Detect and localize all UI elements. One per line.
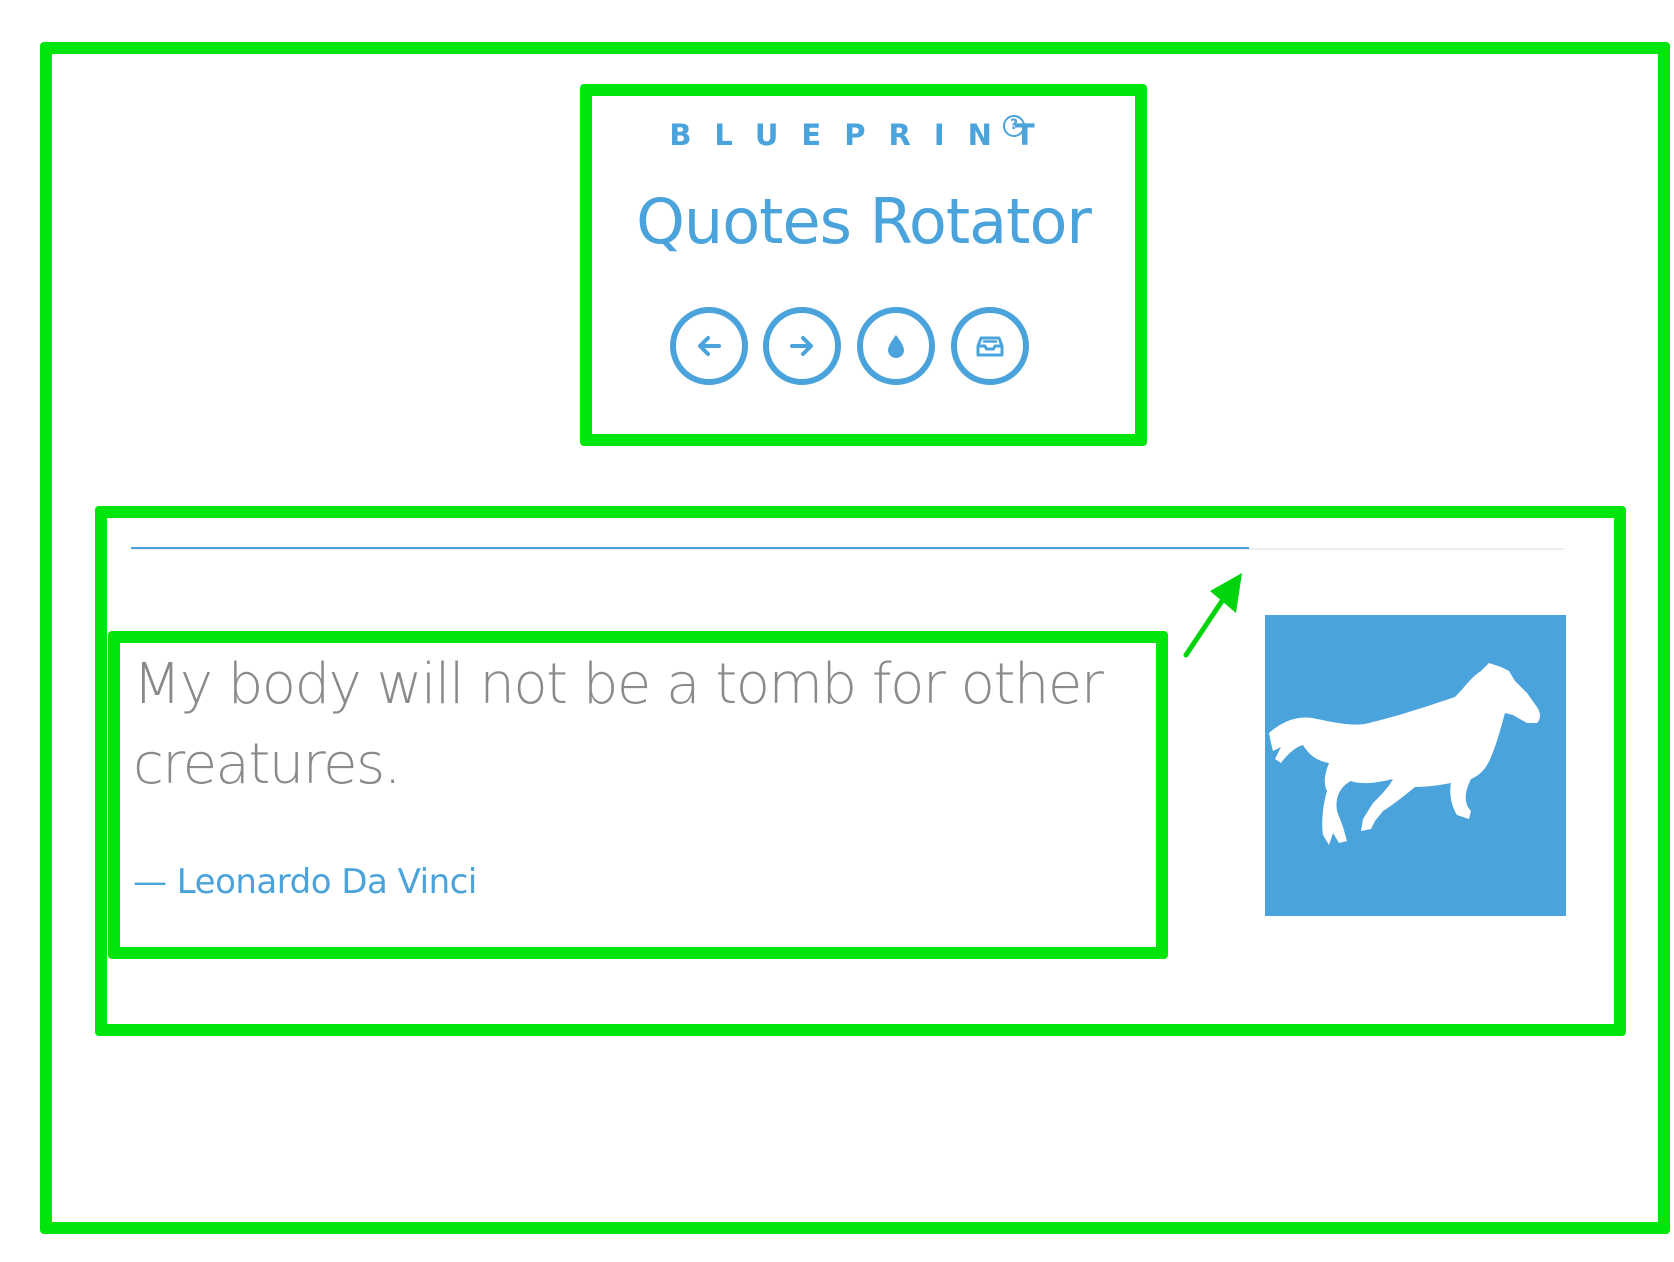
- arrow-left-icon: [698, 336, 721, 356]
- archive-button[interactable]: [951, 307, 1029, 385]
- color-button[interactable]: [857, 307, 935, 385]
- previous-button[interactable]: [670, 307, 748, 385]
- annotation-arrow-icon: [1183, 573, 1242, 658]
- next-button[interactable]: [763, 307, 841, 385]
- running-horse-icon: [1269, 663, 1540, 845]
- rotator-controls: [670, 307, 1040, 389]
- page-title: Quotes Rotator: [636, 185, 1092, 258]
- archive-tray-icon: [976, 336, 1004, 357]
- arrow-right-icon: [790, 336, 813, 356]
- brand-logo[interactable]: BLUEPRINT: [580, 118, 1147, 152]
- progress-bar: [131, 547, 1249, 549]
- quote-text: My body will not be a tomb for other cre…: [133, 652, 1104, 797]
- quote-author: — Leonardo Da Vinci: [133, 862, 477, 902]
- question-circle-icon[interactable]: ?: [1003, 115, 1025, 137]
- quote-image: [1265, 615, 1566, 916]
- water-drop-icon: [888, 335, 904, 358]
- page: BLUEPRINT ? Quotes Rotator My body will …: [0, 0, 1674, 1262]
